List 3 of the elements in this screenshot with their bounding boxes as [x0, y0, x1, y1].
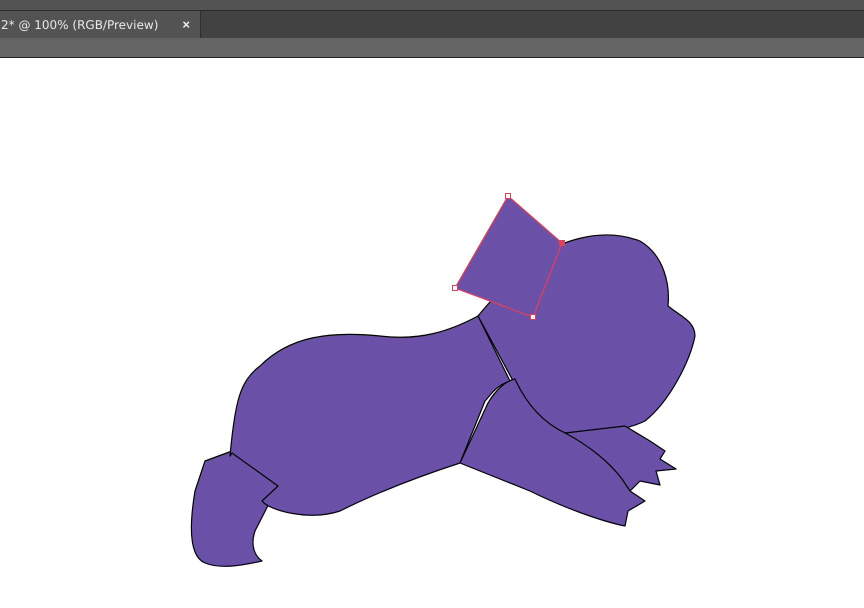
close-button[interactable]: × — [182, 17, 190, 32]
document-tab[interactable]: 2* @ 100% (RGB/Preview) × — [0, 11, 201, 38]
tab-title: 2* @ 100% (RGB/Preview) — [1, 18, 158, 32]
